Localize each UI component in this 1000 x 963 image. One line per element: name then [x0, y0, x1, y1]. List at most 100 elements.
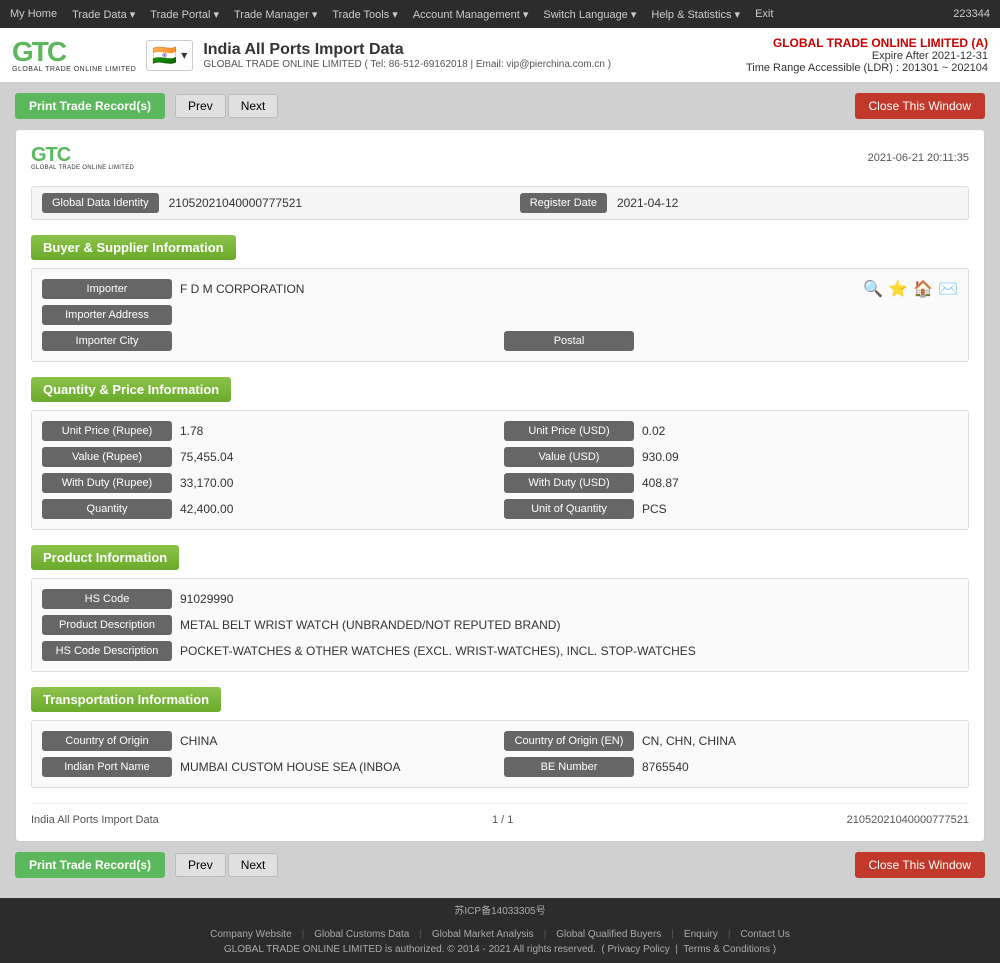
transportation-body: Country of Origin CHINA Country of Origi… — [31, 720, 969, 788]
register-date-value: 2021-04-12 — [617, 196, 958, 210]
product-description-field: Product Description METAL BELT WRIST WAT… — [42, 615, 958, 635]
quantity-price-header: Quantity & Price Information — [31, 377, 231, 402]
quantity-price-section: Quantity & Price Information Unit Price … — [31, 377, 969, 530]
expire-info: Expire After 2021-12-31 — [746, 50, 988, 62]
email-icon[interactable]: ✉️ — [938, 279, 958, 299]
with-duty-usd-value: 408.87 — [642, 476, 679, 490]
buyer-supplier-header: Buyer & Supplier Information — [31, 235, 236, 260]
unit-price-usd-label: Unit Price (USD) — [504, 421, 634, 441]
with-duty-usd-field: With Duty (USD) 408.87 — [504, 473, 958, 493]
print-button-bottom[interactable]: Print Trade Record(s) — [15, 852, 165, 878]
country-origin-label: Country of Origin — [42, 731, 172, 751]
record-card: GTC GLOBAL TRADE ONLINE LIMITED 2021-06-… — [15, 129, 985, 842]
global-data-identity-label: Global Data Identity — [42, 193, 159, 213]
be-number-field: BE Number 8765540 — [504, 757, 958, 777]
footer-terms[interactable]: Terms & Conditions — [683, 944, 770, 955]
nav-trade-manager[interactable]: Trade Manager ▾ — [234, 8, 317, 21]
footer-privacy-policy[interactable]: Privacy Policy — [608, 944, 670, 955]
with-duty-row: With Duty (Rupee) 33,170.00 With Duty (U… — [42, 473, 958, 493]
footer-links: Company Website | Global Customs Data | … — [8, 929, 992, 940]
nav-my-home[interactable]: My Home — [10, 8, 57, 21]
hs-code-description-label: HS Code Description — [42, 641, 172, 661]
product-header: Product Information — [31, 545, 179, 570]
nav-help-statistics[interactable]: Help & Statistics ▾ — [651, 8, 740, 21]
nav-trade-data[interactable]: Trade Data ▾ — [72, 8, 135, 21]
buyer-supplier-section: Buyer & Supplier Information Importer F … — [31, 235, 969, 362]
search-icon[interactable]: 🔍 — [863, 279, 883, 299]
hs-code-label: HS Code — [42, 589, 172, 609]
prev-button-bottom[interactable]: Prev — [175, 853, 226, 877]
header-right: GLOBAL TRADE ONLINE LIMITED (A) Expire A… — [746, 36, 988, 74]
postal-field: Postal — [504, 331, 958, 351]
close-button-top[interactable]: Close This Window — [855, 93, 985, 119]
close-button-bottom[interactable]: Close This Window — [855, 852, 985, 878]
quantity-price-body: Unit Price (Rupee) 1.78 Unit Price (USD)… — [31, 410, 969, 530]
importer-address-field: Importer Address — [42, 305, 958, 325]
nav-exit[interactable]: Exit — [755, 8, 773, 21]
unit-price-rupee-value: 1.78 — [180, 424, 203, 438]
footer-enquiry[interactable]: Enquiry — [684, 929, 718, 940]
indian-port-field: Indian Port Name MUMBAI CUSTOM HOUSE SEA… — [42, 757, 496, 777]
home-icon[interactable]: 🏠 — [913, 279, 933, 299]
next-button-top[interactable]: Next — [228, 94, 279, 118]
product-description-label: Product Description — [42, 615, 172, 635]
quantity-value: 42,400.00 — [180, 502, 233, 516]
value-rupee-value: 75,455.04 — [180, 450, 233, 464]
importer-address-row: Importer Address — [42, 305, 958, 325]
footer-page: 1 / 1 — [492, 814, 513, 826]
nav-trade-portal[interactable]: Trade Portal ▾ — [150, 8, 219, 21]
transportation-header: Transportation Information — [31, 687, 221, 712]
hs-code-value: 91029990 — [180, 592, 233, 606]
print-button-top[interactable]: Print Trade Record(s) — [15, 93, 165, 119]
value-usd-label: Value (USD) — [504, 447, 634, 467]
nav-switch-language[interactable]: Switch Language ▾ — [543, 8, 636, 21]
footer-copyright: GLOBAL TRADE ONLINE LIMITED is authorize… — [8, 944, 992, 955]
time-range-info: Time Range Accessible (LDR) : 201301 ~ 2… — [746, 62, 988, 74]
importer-value: F D M CORPORATION — [180, 282, 304, 296]
top-toolbar: Print Trade Record(s) Prev Next Close Th… — [15, 93, 985, 119]
product-description-value: METAL BELT WRIST WATCH (UNBRANDED/NOT RE… — [180, 618, 560, 632]
value-rupee-label: Value (Rupee) — [42, 447, 172, 467]
hs-code-description-value: POCKET-WATCHES & OTHER WATCHES (EXCL. WR… — [180, 644, 696, 658]
unit-price-rupee-field: Unit Price (Rupee) 1.78 — [42, 421, 496, 441]
unit-price-usd-value: 0.02 — [642, 424, 665, 438]
with-duty-rupee-value: 33,170.00 — [180, 476, 233, 490]
indian-port-label: Indian Port Name — [42, 757, 172, 777]
value-row: Value (Rupee) 75,455.04 Value (USD) 930.… — [42, 447, 958, 467]
footer-global-market[interactable]: Global Market Analysis — [432, 929, 534, 940]
footer-company-website[interactable]: Company Website — [210, 929, 292, 940]
footer-contact-us[interactable]: Contact Us — [740, 929, 789, 940]
country-origin-en-field: Country of Origin (EN) CN, CHN, CHINA — [504, 731, 958, 751]
logo-subtitle: GLOBAL TRADE ONLINE LIMITED — [12, 66, 136, 73]
footer-global-customs[interactable]: Global Customs Data — [314, 929, 409, 940]
country-origin-field: Country of Origin CHINA — [42, 731, 496, 751]
nav-buttons-bottom: Prev Next — [175, 853, 278, 877]
page-subtitle: GLOBAL TRADE ONLINE LIMITED ( Tel: 86-51… — [203, 59, 611, 70]
transportation-section: Transportation Information Country of Or… — [31, 687, 969, 788]
star-icon[interactable]: ⭐ — [888, 279, 908, 299]
quantity-row: Quantity 42,400.00 Unit of Quantity PCS — [42, 499, 958, 519]
prev-button-top[interactable]: Prev — [175, 94, 226, 118]
company-name: GLOBAL TRADE ONLINE LIMITED (A) — [746, 36, 988, 50]
global-data-identity-value: 21052021040000777521 — [169, 196, 510, 210]
be-number-label: BE Number — [504, 757, 634, 777]
value-usd-value: 930.09 — [642, 450, 679, 464]
hs-code-description-field: HS Code Description POCKET-WATCHES & OTH… — [42, 641, 958, 661]
nav-account-management[interactable]: Account Management ▾ — [413, 8, 529, 21]
nav-items: My Home Trade Data ▾ Trade Portal ▾ Trad… — [10, 8, 773, 21]
page-footer: Company Website | Global Customs Data | … — [0, 921, 1000, 963]
country-selector[interactable]: 🇮🇳 ▾ — [146, 40, 193, 71]
hs-code-description-row: HS Code Description POCKET-WATCHES & OTH… — [42, 641, 958, 661]
hs-code-row: HS Code 91029990 — [42, 589, 958, 609]
country-origin-value: CHINA — [180, 734, 217, 748]
value-rupee-field: Value (Rupee) 75,455.04 — [42, 447, 496, 467]
next-button-bottom[interactable]: Next — [228, 853, 279, 877]
with-duty-rupee-label: With Duty (Rupee) — [42, 473, 172, 493]
value-usd-field: Value (USD) 930.09 — [504, 447, 958, 467]
footer-global-buyers[interactable]: Global Qualified Buyers — [556, 929, 661, 940]
page-title: India All Ports Import Data — [203, 41, 611, 59]
nav-trade-tools[interactable]: Trade Tools ▾ — [332, 8, 397, 21]
country-origin-en-label: Country of Origin (EN) — [504, 731, 634, 751]
logo-letters: GTC — [12, 38, 65, 66]
importer-city-label: Importer City — [42, 331, 172, 351]
